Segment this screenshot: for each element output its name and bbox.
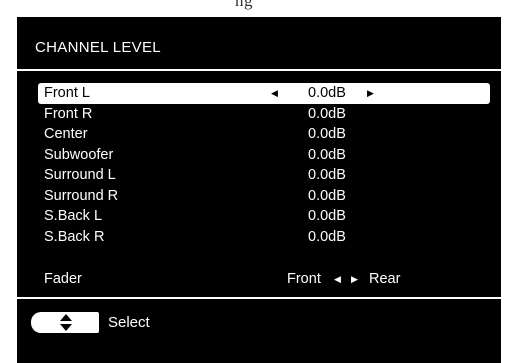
channel-value: 0.0dB — [308, 85, 346, 101]
title-divider — [17, 69, 501, 71]
increase-arrow-icon[interactable]: ▶ — [367, 83, 374, 104]
fader-front-label: Front — [287, 271, 321, 287]
channel-label: Surround R — [44, 187, 119, 204]
channel-value: 0.0dB — [308, 146, 346, 163]
channel-row-s-back-r[interactable]: S.Back R 0.0dB — [38, 227, 490, 248]
up-down-arrows-icon — [60, 314, 72, 331]
top-crop-strip: ng — [0, 0, 518, 17]
fader-rear-label: Rear — [369, 271, 401, 287]
channel-row-s-back-l[interactable]: S.Back L 0.0dB — [38, 206, 490, 227]
channel-value: 0.0dB — [308, 208, 346, 224]
channel-row-front-l[interactable]: Front L ◀ 0.0dB ▶ — [38, 83, 490, 104]
channel-list: Front L ◀ 0.0dB ▶ Front R 0.0dB Center 0… — [38, 83, 490, 247]
navigation-hint: Select — [31, 312, 331, 334]
channel-value: 0.0dB — [308, 126, 346, 142]
channel-value: 0.0dB — [308, 228, 346, 245]
fader-label: Fader — [44, 271, 82, 287]
channel-row-subwoofer[interactable]: Subwoofer 0.0dB — [38, 145, 490, 166]
channel-label: Surround L — [44, 167, 116, 183]
cropped-heading-fragment: ng — [235, 0, 253, 10]
fader-right-arrow-icon[interactable]: ▶ — [351, 269, 358, 289]
fader-left-arrow-icon[interactable]: ◀ — [334, 269, 341, 289]
channel-row-surround-l[interactable]: Surround L 0.0dB — [38, 165, 490, 186]
osd-screen: CHANNEL LEVEL Front L ◀ 0.0dB ▶ Front R … — [17, 17, 501, 363]
channel-label: Front R — [44, 105, 93, 122]
channel-value: 0.0dB — [308, 167, 346, 183]
channel-label: Front L — [44, 85, 90, 101]
channel-value: 0.0dB — [308, 187, 346, 204]
channel-label: Subwoofer — [44, 146, 114, 163]
hint-label: Select — [108, 314, 150, 331]
channel-row-center[interactable]: Center 0.0dB — [38, 124, 490, 145]
channel-row-surround-r[interactable]: Surround R 0.0dB — [38, 186, 490, 207]
channel-value: 0.0dB — [308, 105, 346, 122]
decrease-arrow-icon[interactable]: ◀ — [271, 83, 278, 104]
fader-row[interactable]: Fader Front ◀ ▶ Rear — [38, 269, 490, 289]
channel-label: S.Back L — [44, 208, 103, 224]
channel-label: Center — [44, 126, 88, 142]
channel-row-front-r[interactable]: Front R 0.0dB — [38, 104, 490, 125]
footer-divider — [17, 297, 501, 299]
menu-title: CHANNEL LEVEL — [35, 39, 161, 56]
channel-label: S.Back R — [44, 228, 105, 245]
cursor-key-badge — [31, 312, 99, 333]
